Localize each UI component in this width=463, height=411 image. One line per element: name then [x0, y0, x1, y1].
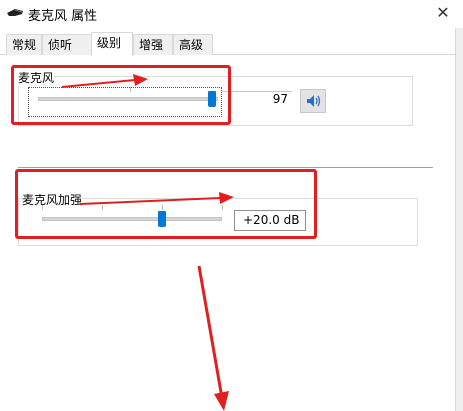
- close-button[interactable]: ✕: [428, 2, 458, 24]
- tab-listen[interactable]: 侦听: [42, 34, 92, 55]
- tab-levels[interactable]: 级别: [91, 32, 133, 56]
- tab-general[interactable]: 常规: [6, 34, 42, 55]
- tab-advanced[interactable]: 高级: [173, 34, 213, 55]
- window-title: 麦克风 属性: [28, 9, 98, 24]
- annotation-box-microphone: [11, 65, 231, 125]
- tab-label: 常规: [12, 38, 37, 52]
- tab-label: 增强: [139, 38, 164, 52]
- tab-enhancements[interactable]: 增强: [133, 34, 173, 55]
- annotation-box-boost: [15, 169, 317, 239]
- window-edge: [455, 28, 463, 411]
- tab-label: 高级: [179, 38, 204, 52]
- tab-label: 侦听: [48, 38, 73, 52]
- close-icon: ✕: [436, 3, 450, 22]
- speaker-icon: [307, 95, 321, 107]
- title-bar: 麦克风 属性 ✕: [0, 0, 463, 28]
- microphone-app-icon: [7, 9, 23, 16]
- microphone-level-value: 97: [272, 92, 288, 106]
- mute-button[interactable]: [300, 89, 326, 113]
- section-divider: [18, 167, 433, 168]
- tab-label: 级别: [97, 36, 122, 50]
